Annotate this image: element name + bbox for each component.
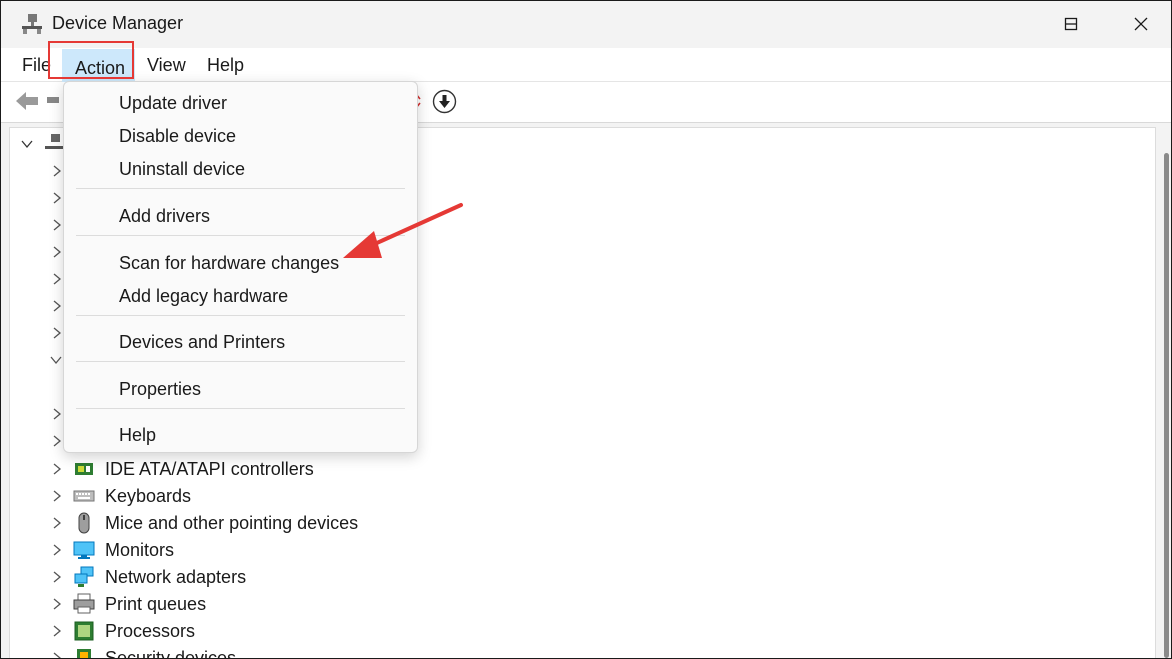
- menu-item-uninstall-device[interactable]: Uninstall device: [119, 159, 245, 180]
- menu-separator: [76, 315, 405, 316]
- chevron-right-icon[interactable]: [52, 434, 62, 448]
- menu-item-help[interactable]: Help: [119, 425, 156, 446]
- tree-item-keyboards[interactable]: Keyboards: [10, 482, 610, 509]
- chevron-right-icon[interactable]: [52, 191, 62, 205]
- menu-item-update-driver[interactable]: Update driver: [119, 93, 227, 114]
- device-manager-app-icon: [22, 14, 42, 34]
- chevron-right-icon[interactable]: [52, 462, 62, 476]
- menu-item-scan-hardware-changes[interactable]: Scan for hardware changes: [119, 253, 339, 274]
- tree-item-ide-ata[interactable]: IDE ATA/ATAPI controllers: [10, 455, 610, 482]
- menu-separator: [76, 235, 405, 236]
- printer-icon: [73, 593, 95, 614]
- menu-separator: [76, 408, 405, 409]
- chevron-right-icon[interactable]: [52, 543, 62, 557]
- tree-item-label: Mice and other pointing devices: [105, 513, 359, 533]
- chevron-right-icon[interactable]: [52, 407, 62, 421]
- menu-file[interactable]: File: [22, 55, 51, 76]
- tree-item-label: Processors: [105, 621, 196, 641]
- menu-item-add-legacy-hardware[interactable]: Add legacy hardware: [119, 286, 288, 307]
- chevron-right-icon[interactable]: [52, 299, 62, 313]
- tree-item-mice[interactable]: Mice and other pointing devices: [10, 509, 610, 536]
- chevron-right-icon[interactable]: [52, 164, 62, 178]
- security-device-icon: [77, 649, 91, 658]
- action-dropdown-menu: Update driver Disable device Uninstall d…: [63, 81, 418, 453]
- tree-item-network-adapters[interactable]: Network adapters: [10, 563, 610, 590]
- processor-icon: [74, 621, 94, 641]
- tree-item-processors[interactable]: Processors: [10, 617, 610, 644]
- chevron-down-icon[interactable]: [20, 139, 34, 149]
- tree-item-print-queues[interactable]: Print queues: [10, 590, 610, 617]
- device-manager-window: Device Manager File Action View Help IDE…: [0, 0, 1172, 659]
- chevron-right-icon[interactable]: [52, 516, 62, 530]
- menu-separator: [76, 188, 405, 189]
- mouse-icon: [78, 512, 90, 534]
- chevron-right-icon[interactable]: [52, 489, 62, 503]
- menu-view[interactable]: View: [147, 55, 186, 76]
- chevron-right-icon[interactable]: [52, 245, 62, 259]
- menu-item-add-drivers[interactable]: Add drivers: [119, 206, 210, 227]
- back-arrow-icon[interactable]: [14, 90, 40, 112]
- tree-item-label: Network adapters: [105, 567, 247, 587]
- chevron-right-icon[interactable]: [52, 651, 62, 659]
- chevron-right-icon[interactable]: [52, 597, 62, 611]
- title-bar: Device Manager: [1, 1, 1171, 47]
- tree-item-security-devices[interactable]: Security devices: [10, 644, 610, 659]
- menu-item-properties[interactable]: Properties: [119, 379, 201, 400]
- chevron-right-icon[interactable]: [52, 624, 62, 638]
- tree-item-label: Monitors: [105, 540, 175, 560]
- chevron-right-icon[interactable]: [52, 326, 62, 340]
- menu-item-devices-and-printers[interactable]: Devices and Printers: [119, 332, 285, 353]
- properties-toolbar-icon[interactable]: [47, 95, 61, 105]
- close-icon: [1134, 17, 1148, 31]
- close-button[interactable]: [1106, 1, 1171, 47]
- monitor-icon: [73, 541, 95, 559]
- vertical-scrollbar[interactable]: [1164, 153, 1169, 658]
- tree-item-monitors[interactable]: Monitors: [10, 536, 610, 563]
- tree-item-label: Keyboards: [105, 486, 192, 506]
- chevron-right-icon[interactable]: [52, 272, 62, 286]
- menu-bar: File Action View Help: [1, 48, 1171, 82]
- menu-help[interactable]: Help: [207, 55, 244, 76]
- ide-controller-icon: [75, 463, 93, 475]
- enable-device-icon[interactable]: [432, 89, 457, 114]
- maximize-icon: [1064, 17, 1078, 31]
- menu-item-disable-device[interactable]: Disable device: [119, 126, 236, 147]
- tree-item-label: Security devices: [105, 648, 237, 659]
- action-highlight-box: [48, 41, 134, 79]
- tree-item-label: Print queues: [105, 594, 207, 614]
- chevron-right-icon[interactable]: [52, 570, 62, 584]
- maximize-button[interactable]: [1036, 1, 1106, 47]
- menu-separator: [76, 361, 405, 362]
- window-title: Device Manager: [52, 13, 184, 33]
- chevron-down-icon[interactable]: [49, 355, 63, 365]
- keyboard-icon: [73, 490, 95, 502]
- chevron-right-icon[interactable]: [52, 218, 62, 232]
- network-adapter-icon: [74, 566, 94, 587]
- tree-item-label: IDE ATA/ATAPI controllers: [105, 459, 314, 479]
